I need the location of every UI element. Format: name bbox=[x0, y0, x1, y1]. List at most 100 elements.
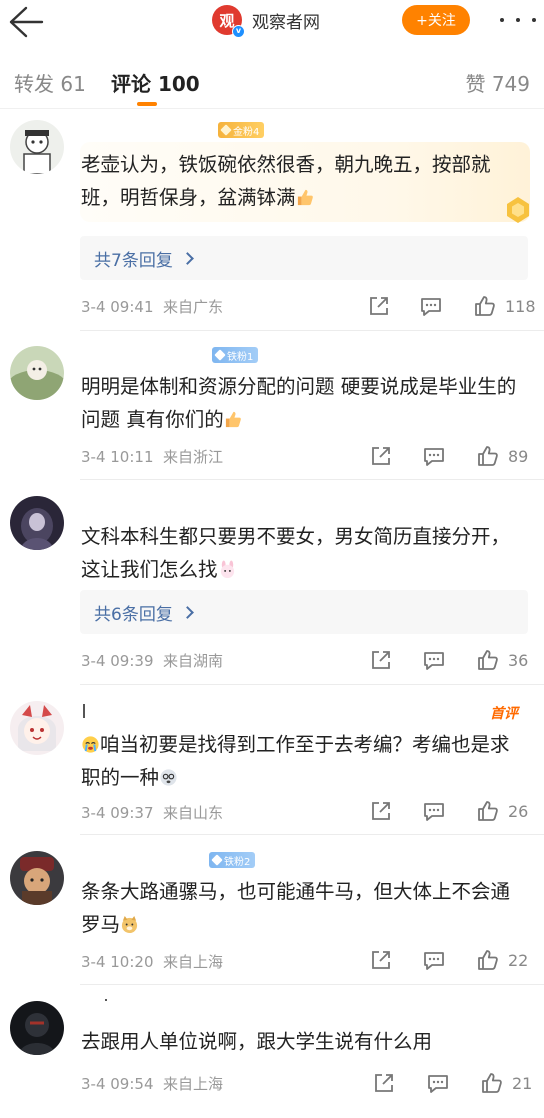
like-icon[interactable] bbox=[476, 648, 500, 672]
comment-location: 来自上海 bbox=[163, 953, 224, 971]
comment-location: 来自浙江 bbox=[163, 448, 224, 466]
username-mark bbox=[105, 999, 107, 1001]
like-count: 21 bbox=[512, 1074, 533, 1093]
comment-meta: 3-4 10:20 来自上海 bbox=[81, 951, 223, 972]
fan-badge[interactable]: 金粉4 bbox=[218, 122, 265, 138]
avatar[interactable] bbox=[10, 496, 64, 550]
comment-meta: 3-4 10:11 来自浙江 bbox=[81, 446, 223, 467]
doge-emoji bbox=[121, 915, 138, 934]
share-icon[interactable] bbox=[372, 1071, 396, 1095]
comment-text: 文科本科生都只要男不要女，男女简历直接分开，这让我们怎么找 bbox=[81, 520, 521, 586]
comment-date: 3-4 10:11 bbox=[81, 448, 154, 466]
top-bar: 观 v 观察者网 +关注 bbox=[0, 0, 544, 46]
replies-count: 共6条回复 bbox=[94, 604, 173, 625]
comment-icon[interactable] bbox=[419, 294, 443, 318]
share-icon[interactable] bbox=[367, 294, 391, 318]
comment-text: 条条大路通骡马，也可能通牛马，但大体上不会通罗马 bbox=[81, 875, 521, 941]
comment-text-body: 条条大路通骡马，也可能通牛马，但大体上不会通罗马 bbox=[81, 880, 511, 936]
comment-text: 去跟用人单位说啊，跟大学生说有什么用 bbox=[81, 1025, 521, 1058]
like-icon[interactable] bbox=[476, 799, 500, 823]
share-icon[interactable] bbox=[369, 648, 393, 672]
brand-name: 观察者网 bbox=[252, 12, 320, 33]
fan-badge-label: 铁粉1 bbox=[227, 351, 254, 363]
verified-badge-icon: v bbox=[232, 25, 245, 38]
gold-fan-medal-icon bbox=[507, 197, 529, 223]
bunny-emoji bbox=[220, 560, 234, 579]
thumbs-up-emoji bbox=[297, 189, 313, 206]
comment-date: 3-4 10:20 bbox=[81, 953, 154, 971]
view-replies-button[interactable]: 共7条回复 bbox=[80, 236, 528, 280]
comment-icon[interactable] bbox=[422, 799, 446, 823]
like-icon[interactable] bbox=[476, 948, 500, 972]
avatar[interactable] bbox=[10, 851, 64, 905]
like-count: 26 bbox=[508, 802, 529, 821]
comment-text-body: 文科本科生都只要男不要女，男女简历直接分开，这让我们怎么找 bbox=[81, 525, 511, 581]
tab-likes[interactable]: 赞 749 bbox=[465, 68, 530, 97]
fan-badge-label: 金粉4 bbox=[233, 126, 260, 138]
more-options-icon[interactable] bbox=[500, 8, 536, 32]
back-arrow-icon[interactable] bbox=[4, 2, 44, 42]
comment-item: 首评 咱当初要是找得到工作至于去考编？考编也是求职的一种 3-4 09:37 来… bbox=[0, 685, 544, 835]
share-icon[interactable] bbox=[369, 444, 393, 468]
like-icon[interactable] bbox=[476, 444, 500, 468]
fan-badge[interactable]: 铁粉2 bbox=[209, 852, 256, 868]
comment-date: 3-4 09:41 bbox=[81, 298, 154, 316]
comment-date: 3-4 09:37 bbox=[81, 804, 154, 822]
avatar[interactable] bbox=[10, 346, 64, 400]
comment-text: 咱当初要是找得到工作至于去考编？考编也是求职的一种 bbox=[81, 728, 521, 794]
share-icon[interactable] bbox=[369, 799, 393, 823]
like-count: 89 bbox=[508, 447, 529, 466]
comment-meta: 3-4 09:39 来自湖南 bbox=[81, 650, 223, 671]
comment-icon[interactable] bbox=[422, 444, 446, 468]
comment-text-body: 咱当初要是找得到工作至于去考编？考编也是求职的一种 bbox=[81, 733, 510, 789]
comment-text: 老壶认为，铁饭碗依然很香，朝九晚五，按部就班，明哲保身，盆满钵满 bbox=[81, 148, 521, 214]
divider bbox=[0, 108, 544, 109]
username-mark bbox=[83, 704, 85, 718]
chevron-right-icon bbox=[180, 605, 194, 619]
like-icon[interactable] bbox=[480, 1071, 504, 1095]
comment-location: 来自广东 bbox=[163, 298, 224, 316]
avatar[interactable] bbox=[10, 701, 64, 755]
follow-button[interactable]: +关注 bbox=[402, 5, 470, 35]
tab-bar: 转发 61 评论 100 赞 749 bbox=[0, 60, 544, 108]
comment-icon[interactable] bbox=[426, 1071, 450, 1095]
comment-location: 来自上海 bbox=[163, 1075, 224, 1093]
comment-text-body: 明明是体制和资源分配的问题 硬要说成是毕业生的问题 真有你们的 bbox=[81, 375, 517, 431]
brand-logo: 观 v bbox=[212, 5, 245, 38]
share-icon[interactable] bbox=[369, 948, 393, 972]
first-comment-tag: 首评 bbox=[490, 706, 518, 722]
comment-item: 去跟用人单位说啊，跟大学生说有什么用 3-4 09:54 来自上海 21 bbox=[0, 985, 544, 1118]
comment-icon[interactable] bbox=[422, 948, 446, 972]
like-count: 22 bbox=[508, 951, 529, 970]
comment-item: 铁粉1 明明是体制和资源分配的问题 硬要说成是毕业生的问题 真有你们的 3-4 … bbox=[0, 332, 544, 480]
comment-item: 铁粉2 条条大路通骡马，也可能通牛马，但大体上不会通罗马 3-4 10:20 来… bbox=[0, 835, 544, 985]
tab-comments[interactable]: 评论 100 bbox=[111, 68, 200, 97]
avatar[interactable] bbox=[10, 120, 64, 174]
avatar[interactable] bbox=[10, 1001, 64, 1055]
comment-meta: 3-4 09:41 来自广东 bbox=[81, 296, 223, 317]
comment-item: 文科本科生都只要男不要女，男女简历直接分开，这让我们怎么找 共6条回复 3-4 … bbox=[0, 480, 544, 685]
account-brand[interactable]: 观 v 观察者网 bbox=[212, 4, 320, 38]
crying-face-emoji bbox=[82, 736, 99, 753]
replies-count: 共7条回复 bbox=[94, 250, 173, 271]
like-icon[interactable] bbox=[473, 294, 497, 318]
comment-text: 明明是体制和资源分配的问题 硬要说成是毕业生的问题 真有你们的 bbox=[81, 370, 521, 436]
chevron-right-icon bbox=[180, 251, 194, 265]
comment-icon[interactable] bbox=[422, 648, 446, 672]
comment-date: 3-4 09:54 bbox=[81, 1075, 154, 1093]
comment-text-body: 老壶认为，铁饭碗依然很香，朝九晚五，按部就班，明哲保身，盆满钵满 bbox=[81, 153, 491, 209]
fan-badge[interactable]: 铁粉1 bbox=[212, 347, 259, 363]
comment-text-body: 去跟用人单位说啊，跟大学生说有什么用 bbox=[81, 1030, 433, 1053]
tab-repost[interactable]: 转发 61 bbox=[14, 68, 86, 97]
comment-meta: 3-4 09:54 来自上海 bbox=[81, 1073, 223, 1094]
view-replies-button[interactable]: 共6条回复 bbox=[80, 590, 528, 634]
divider bbox=[80, 330, 544, 331]
comment-location: 来自湖南 bbox=[163, 652, 224, 670]
active-tab-indicator bbox=[137, 102, 157, 106]
thumbs-up-emoji bbox=[225, 411, 241, 428]
like-count: 118 bbox=[505, 297, 536, 316]
like-count: 36 bbox=[508, 651, 529, 670]
dizzy-face-emoji bbox=[160, 769, 177, 786]
comment-meta: 3-4 09:37 来自山东 bbox=[81, 802, 223, 823]
comment-date: 3-4 09:39 bbox=[81, 652, 154, 670]
